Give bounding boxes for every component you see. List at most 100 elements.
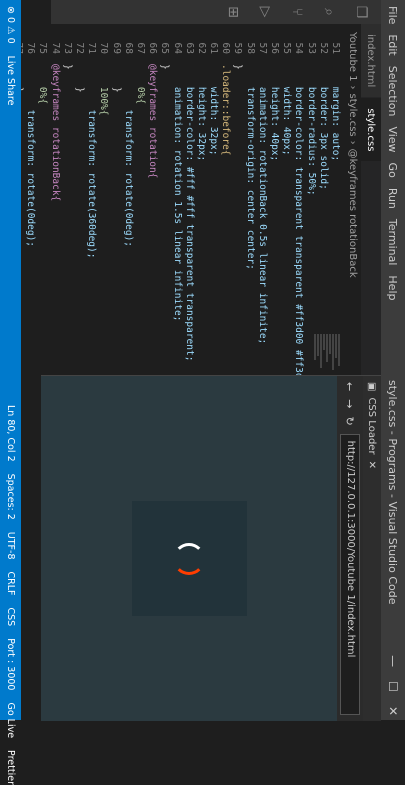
code-line[interactable]: 75 0%{ bbox=[36, 24, 49, 384]
code-line[interactable]: 60 .loader::before{ bbox=[219, 24, 231, 384]
code-line[interactable]: 51 margin: auto; bbox=[329, 24, 341, 384]
code-line[interactable]: 73} bbox=[61, 24, 73, 384]
line-number: 58 bbox=[244, 42, 256, 54]
line-number: 74 bbox=[49, 42, 61, 54]
extensions-icon[interactable]: ⊞ bbox=[221, 0, 245, 24]
indentation[interactable]: Spaces: 2 bbox=[5, 474, 16, 520]
code-line[interactable]: 67 0%{ bbox=[134, 24, 146, 384]
encoding[interactable]: UTF-8 bbox=[5, 532, 16, 560]
menu-go[interactable]: Go bbox=[387, 163, 400, 178]
problems-indicator[interactable]: ⊗ 0 ⚠ 0 bbox=[5, 6, 16, 44]
code-line[interactable]: 63 border-color: #fff #fff transparent t… bbox=[183, 24, 195, 384]
line-text: } bbox=[74, 64, 86, 93]
back-icon[interactable]: ← bbox=[344, 382, 357, 391]
line-number: 66 bbox=[147, 42, 159, 54]
code-editor: index.html style.css Youtube 1 › style.c… bbox=[1, 24, 381, 396]
line-number: 62 bbox=[195, 42, 207, 54]
code-line[interactable]: 66 @keyframes rotation{ bbox=[146, 24, 158, 384]
line-text: transform: rotate(360deg); bbox=[86, 64, 98, 259]
browser-toolbar: ← → ↻ http://127.0.0.1:3000/Youtube 1/in… bbox=[337, 376, 363, 721]
url-bar[interactable]: http://127.0.0.1:3000/Youtube 1/index.ht… bbox=[340, 433, 360, 715]
minimap[interactable] bbox=[281, 334, 341, 374]
maximize-icon[interactable]: ☐ bbox=[386, 681, 400, 692]
line-number: 55 bbox=[281, 42, 293, 54]
menu-file[interactable]: File bbox=[387, 6, 400, 24]
line-text: } bbox=[159, 64, 171, 70]
code-line[interactable]: 68 transform: rotate(0deg); bbox=[122, 24, 134, 384]
search-icon[interactable]: ⌕ bbox=[317, 0, 341, 24]
reload-icon[interactable]: ↻ bbox=[344, 416, 357, 425]
menu-terminal[interactable]: Terminal bbox=[387, 219, 400, 266]
line-text: border-color: #fff #fff transparent tran… bbox=[183, 64, 195, 362]
vscode-window: File Edit Selection View Go Run Terminal… bbox=[0, 0, 405, 785]
line-number: 56 bbox=[269, 42, 281, 54]
code-line[interactable]: 64 animation: rotation 1.5s linear infin… bbox=[170, 24, 183, 384]
chevron-right-icon: › bbox=[347, 140, 359, 145]
code-line[interactable]: 55 width: 40px; bbox=[280, 24, 292, 384]
editor-tabs: index.html style.css bbox=[361, 24, 381, 384]
line-number: 75 bbox=[37, 42, 49, 54]
code-line[interactable]: 65} bbox=[158, 24, 170, 384]
source-control-icon[interactable]: ⑂ bbox=[285, 0, 309, 24]
code-line[interactable]: 69 } bbox=[109, 24, 122, 384]
line-text: } bbox=[61, 64, 73, 70]
close-tab-icon[interactable]: ✕ bbox=[367, 461, 378, 469]
line-text: transform-origin: center center; bbox=[244, 64, 256, 270]
line-number: 61 bbox=[208, 42, 220, 54]
code-line[interactable]: 56 height: 40px; bbox=[268, 24, 280, 384]
menu-view[interactable]: View bbox=[387, 126, 400, 152]
code-lines[interactable]: 51 margin: auto; 52 border: 3px solid; 53 … bbox=[1, 24, 341, 396]
browser-preview: ▣ CSS Loader ✕ ← → ↻ http://127.0.0.1:30… bbox=[41, 375, 381, 721]
forward-icon[interactable]: → bbox=[344, 399, 357, 408]
cursor-position[interactable]: Ln 80, Col 2 bbox=[5, 405, 16, 462]
code-line[interactable]: 70 100%{ bbox=[97, 24, 109, 384]
go-live-button[interactable]: Go Live bbox=[5, 702, 16, 738]
line-number: 72 bbox=[74, 42, 86, 54]
menu-help[interactable]: Help bbox=[387, 275, 400, 300]
breadcrumb: Youtube 1 › style.css › @keyframes rotat… bbox=[345, 24, 361, 384]
chevron-right-icon: › bbox=[347, 85, 359, 90]
live-server-port[interactable]: Port : 3000 bbox=[5, 638, 16, 690]
code-line[interactable]: 52 border: 3px solid; bbox=[317, 24, 329, 384]
code-line[interactable]: 58 transform-origin: center center; bbox=[244, 24, 256, 384]
line-number: 73 bbox=[61, 42, 73, 54]
menu-edit[interactable]: Edit bbox=[387, 34, 400, 55]
tab-style-css[interactable]: style.css bbox=[361, 98, 381, 163]
line-text: animation: rotation 1.5s linear infinite… bbox=[171, 64, 183, 322]
menu-run[interactable]: Run bbox=[387, 188, 400, 209]
browser-tab[interactable]: ▣ CSS Loader ✕ bbox=[363, 376, 381, 721]
breadcrumb-folder[interactable]: Youtube 1 bbox=[348, 32, 359, 82]
close-icon[interactable]: ✕ bbox=[386, 706, 400, 716]
breadcrumb-file[interactable]: style.css bbox=[348, 94, 359, 137]
line-text: } bbox=[110, 64, 122, 93]
loader-preview-box bbox=[132, 501, 247, 616]
code-line[interactable]: 71 transform: rotate(360deg); bbox=[85, 24, 97, 384]
line-text: height: 40px; bbox=[269, 64, 281, 162]
code-line[interactable]: 59} bbox=[231, 24, 244, 384]
line-number: 60 bbox=[220, 42, 232, 54]
tab-index-html[interactable]: index.html bbox=[361, 24, 381, 99]
code-line[interactable]: 61 width: 32px; bbox=[207, 24, 219, 384]
language-mode[interactable]: CSS bbox=[5, 608, 16, 627]
code-line[interactable]: 54 border-color: transparent transparent… bbox=[292, 24, 305, 396]
breadcrumb-symbol[interactable]: @keyframes rotationBack bbox=[348, 149, 359, 278]
menu-selection[interactable]: Selection bbox=[387, 66, 400, 117]
live-share-button[interactable]: Live Share bbox=[5, 56, 16, 106]
line-number: 70 bbox=[98, 42, 110, 54]
line-text: animation: rotationBack 0.5s linear infi… bbox=[256, 64, 268, 345]
code-line[interactable]: 72 } bbox=[73, 24, 85, 384]
line-text: @keyframes rotationBack{ bbox=[49, 64, 61, 202]
explorer-icon[interactable]: ❐ bbox=[349, 0, 373, 24]
prettier-status[interactable]: Prettier bbox=[5, 750, 16, 785]
code-line[interactable]: 57 animation: rotationBack 0.5s linear i… bbox=[256, 24, 268, 384]
line-number: 68 bbox=[122, 42, 134, 54]
line-number: 67 bbox=[135, 42, 146, 54]
line-ending[interactable]: CRLF bbox=[5, 572, 16, 596]
minimize-icon[interactable]: — bbox=[386, 655, 400, 667]
code-line[interactable]: 76 transform: rotate(0deg); bbox=[24, 24, 36, 384]
line-number: 54 bbox=[293, 42, 305, 54]
code-line[interactable]: 62 height: 32px; bbox=[195, 24, 207, 384]
code-line[interactable]: 53 border-radius: 50%; bbox=[304, 24, 317, 384]
code-line[interactable]: 74 @keyframes rotationBack{ bbox=[49, 24, 61, 384]
run-debug-icon[interactable]: ▷ bbox=[253, 0, 277, 24]
